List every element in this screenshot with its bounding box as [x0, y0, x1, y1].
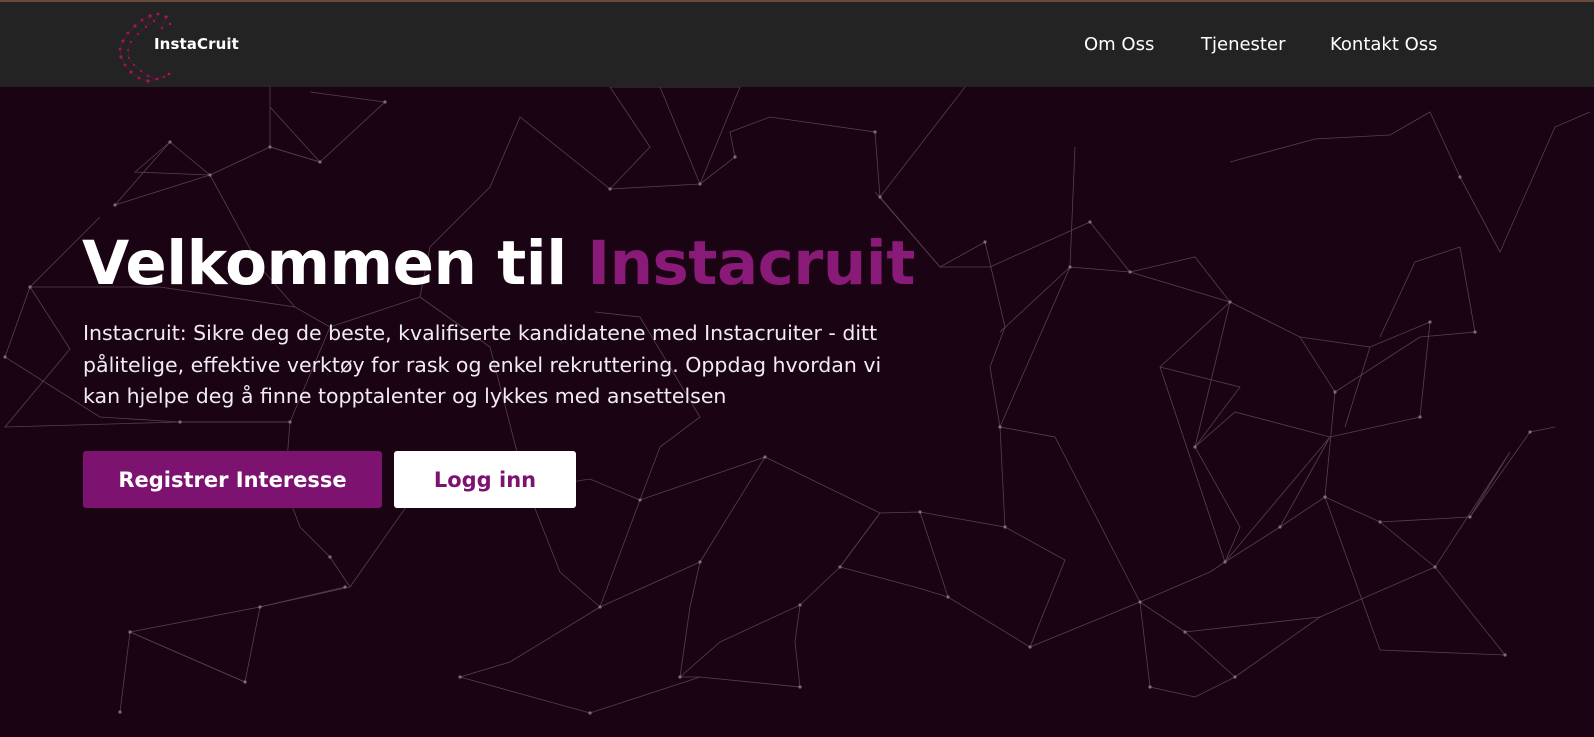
nav-link-om-oss[interactable]: Om Oss — [1084, 34, 1154, 55]
nav-link-tjenester[interactable]: Tjenester — [1201, 34, 1285, 55]
login-button[interactable]: Logg inn — [394, 451, 576, 508]
hero-subtitle: Instacruit: Sikre deg de beste, kvalifis… — [83, 321, 882, 408]
brand-logo[interactable]: InstaCruit — [110, 10, 240, 84]
hero-title: Velkommen til Instacruit — [82, 229, 915, 299]
site-header: InstaCruit Om Oss Tjenester Kontakt Oss — [0, 2, 1594, 87]
brand-name: InstaCruit — [154, 35, 239, 53]
hero-section: Velkommen til Instacruit Instacruit: Sik… — [0, 87, 1594, 737]
register-interest-button[interactable]: Registrer Interesse — [83, 451, 382, 508]
nav-link-kontakt-oss[interactable]: Kontakt Oss — [1330, 34, 1438, 55]
hero-title-accent: Instacruit — [587, 228, 915, 299]
hero-title-prefix: Velkommen til — [82, 228, 588, 299]
